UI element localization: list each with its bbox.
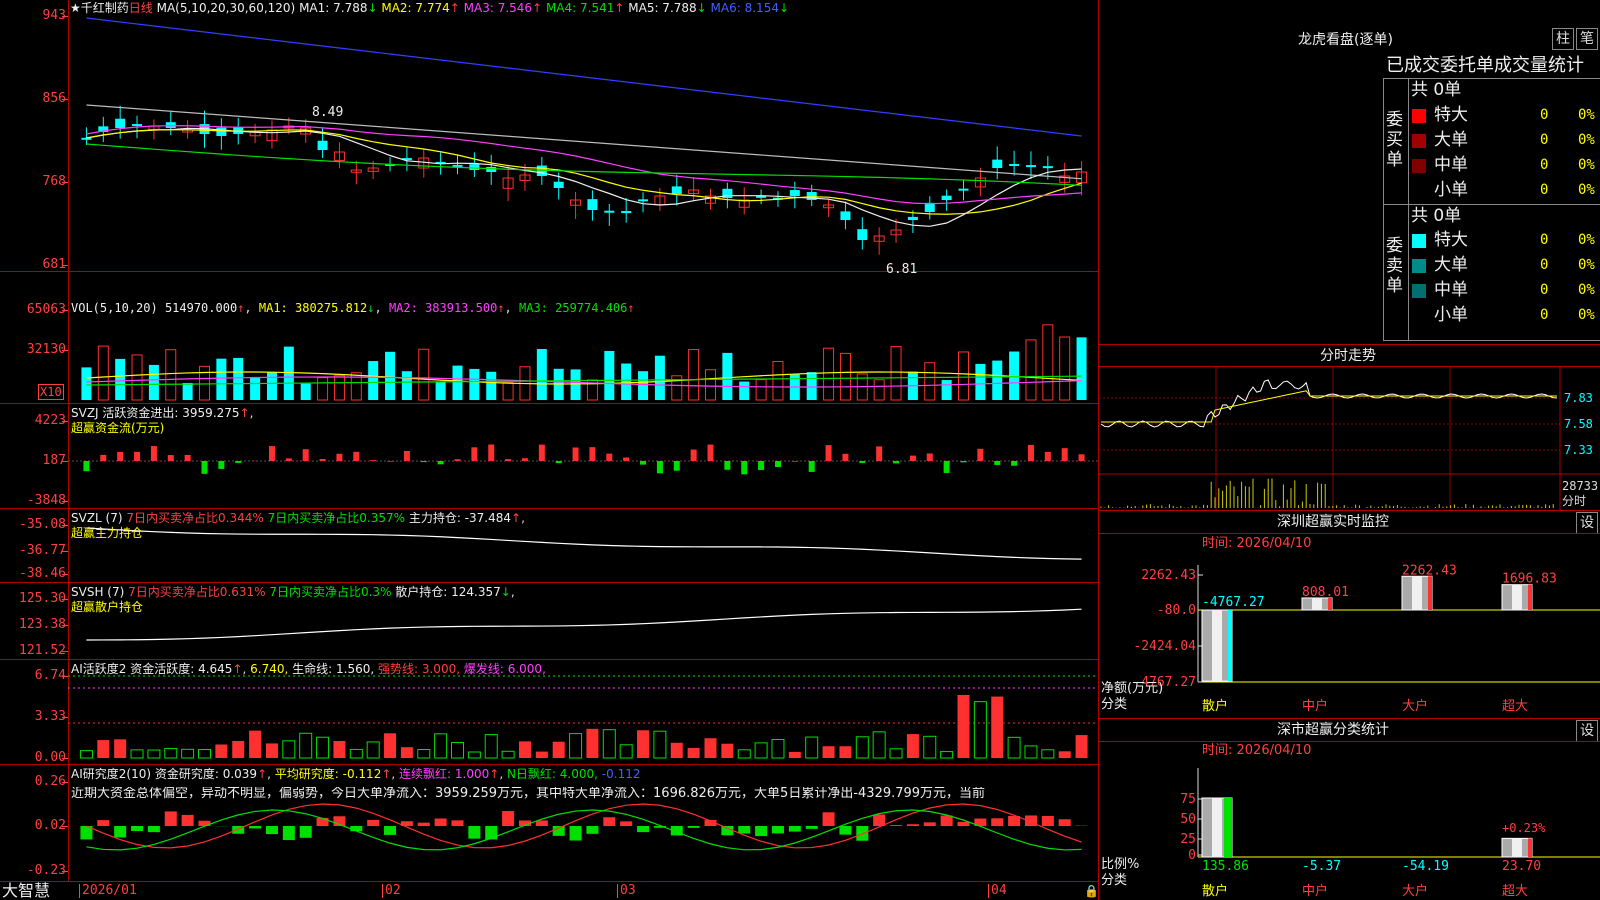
sz-class-chart[interactable]: 75 50 250 135.86 散户 -5.37 中户 -54.19 大户 23.70 超大 — [0, 0, 1600, 900]
sz-class-catlabel: 分类 — [1101, 873, 1128, 888]
sz-class-pct-label: +0.23% — [1502, 821, 1546, 835]
bar-category-label: 中户 — [1302, 883, 1328, 899]
bar-value-label: -5.37 — [1302, 859, 1341, 874]
bar-超大[interactable] — [1501, 837, 1533, 858]
bar-value-label: 23.70 — [1502, 859, 1541, 874]
bar-y-tick: 25 — [1180, 832, 1196, 847]
bar-value-label: -54.19 — [1402, 859, 1449, 874]
bar-y-tick: 0 — [1188, 848, 1196, 863]
bar-category-label: 超大 — [1502, 884, 1528, 899]
sz-class-ylabel: 比例% — [1101, 857, 1140, 872]
bar-y-tick: 75 — [1180, 792, 1196, 807]
bar-category-label: 散户 — [1202, 883, 1228, 899]
bar-散户[interactable] — [1201, 797, 1233, 858]
bar-y-tick: 50 — [1180, 812, 1196, 827]
bar-value-label: 135.86 — [1202, 859, 1249, 874]
bar-category-label: 大户 — [1402, 883, 1428, 899]
